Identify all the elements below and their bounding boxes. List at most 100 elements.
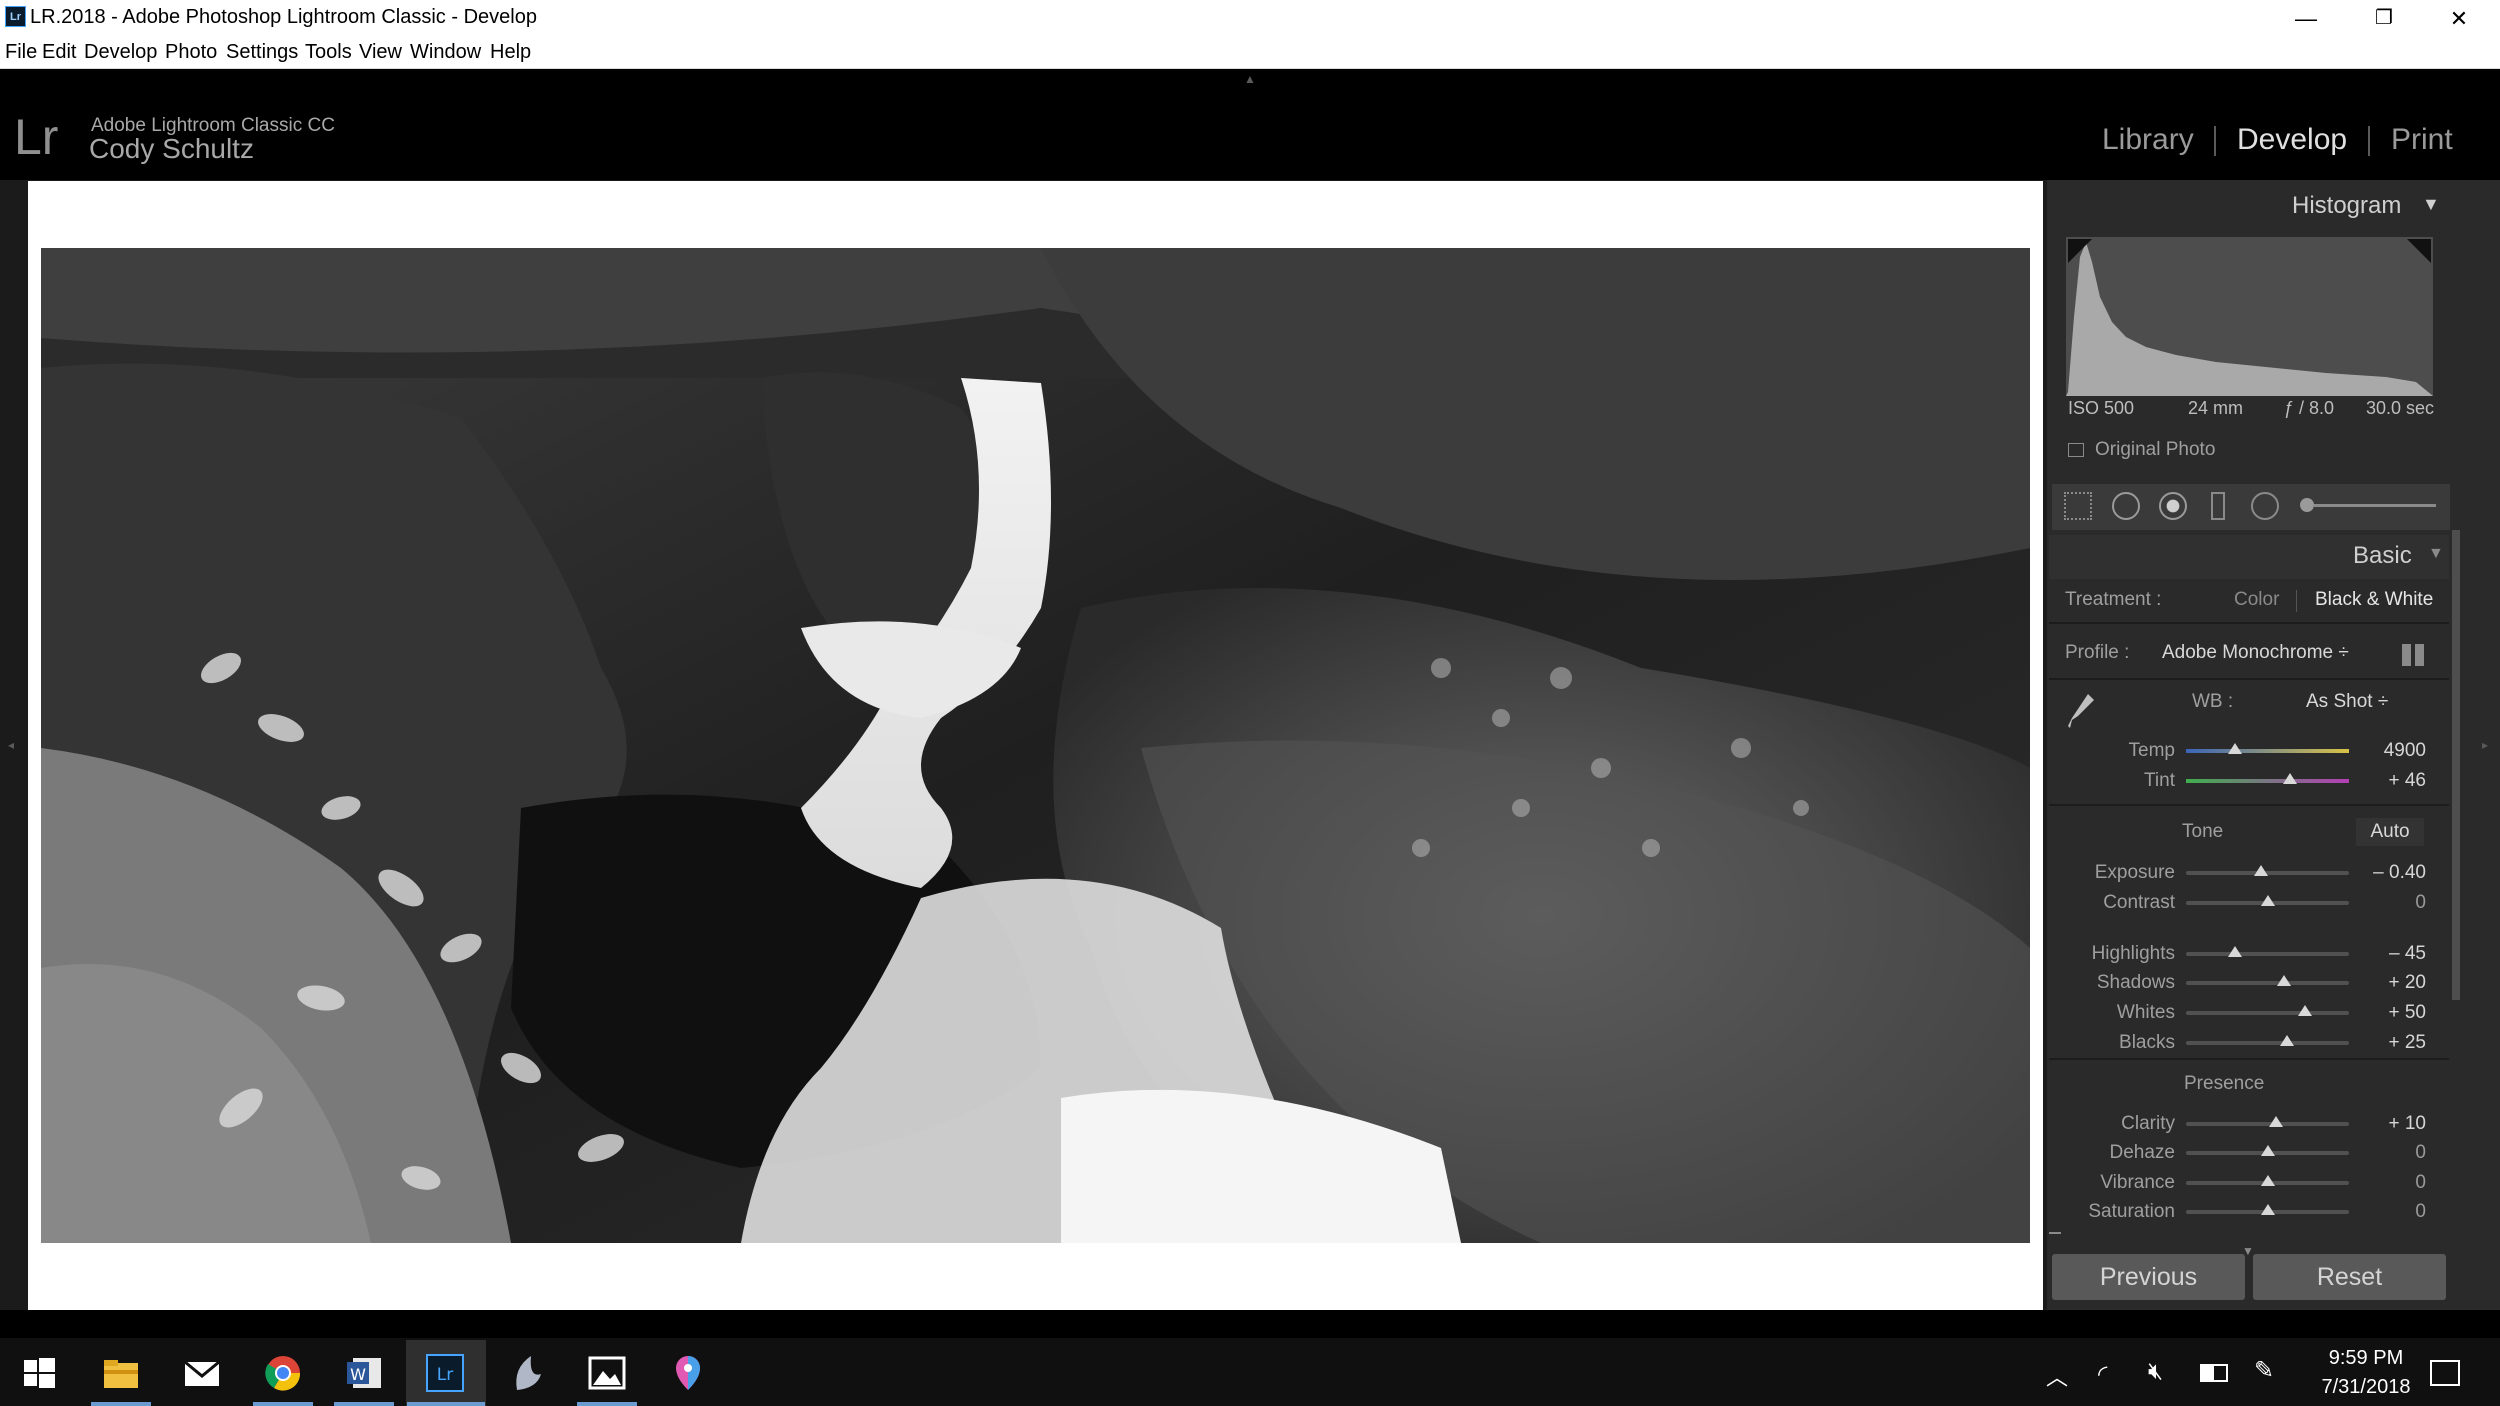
reset-button[interactable]: Reset: [2253, 1254, 2446, 1300]
contrast-slider-thumb[interactable]: [2260, 895, 2275, 906]
temp-value[interactable]: 4900: [2346, 740, 2426, 762]
clock-date[interactable]: 7/31/2018: [2313, 1376, 2419, 1399]
waterfall-photo[interactable]: [41, 248, 2030, 1243]
vibrance-value[interactable]: 0: [2346, 1172, 2426, 1194]
mail-icon[interactable]: [183, 1354, 221, 1392]
photos-icon[interactable]: [588, 1354, 626, 1392]
word-icon[interactable]: W: [345, 1354, 383, 1392]
graduated-filter-icon[interactable]: [2211, 492, 2225, 520]
blacks-value[interactable]: + 25: [2346, 1032, 2426, 1054]
temp-slider-thumb[interactable]: [2227, 743, 2242, 754]
menu-photo[interactable]: Photo: [165, 41, 217, 64]
exif-focal-length: 24 mm: [2188, 398, 2244, 418]
module-print[interactable]: Print: [2391, 123, 2453, 157]
menu-view[interactable]: View: [359, 41, 402, 64]
previous-button[interactable]: Previous: [2052, 1254, 2245, 1300]
red-eye-icon[interactable]: [2159, 492, 2187, 520]
temp-slider-track[interactable]: [2186, 749, 2349, 753]
menu-edit[interactable]: Edit: [42, 41, 76, 64]
clock-time[interactable]: 9:59 PM: [2320, 1347, 2412, 1370]
shadows-slider-track[interactable]: [2186, 981, 2349, 985]
menu-file[interactable]: File: [5, 41, 37, 64]
restore-button[interactable]: ❐: [2349, 0, 2419, 37]
right-panel-toggle-icon[interactable]: ▸: [2482, 738, 2488, 752]
highlights-value[interactable]: – 45: [2346, 943, 2426, 965]
right-panel-scrollbar[interactable]: [2452, 530, 2460, 1000]
treatment-black-white[interactable]: Black & White: [2315, 589, 2433, 611]
svg-text:W: W: [350, 1365, 366, 1384]
dehaze-value[interactable]: 0: [2346, 1142, 2426, 1164]
menu-help[interactable]: Help: [490, 41, 531, 64]
pen-icon[interactable]: ✎: [2254, 1356, 2274, 1385]
active-indicator: [253, 1402, 313, 1406]
tint-slider-thumb[interactable]: [2283, 773, 2298, 784]
lightroom-icon[interactable]: Lr: [426, 1354, 464, 1392]
saturation-slider-thumb[interactable]: [2260, 1204, 2275, 1215]
exif-shutter: 30.0 sec: [2366, 398, 2435, 418]
tint-label: Tint: [2144, 770, 2175, 791]
histogram-collapse-icon[interactable]: ▼: [2422, 194, 2440, 215]
file-explorer-icon[interactable]: [102, 1354, 140, 1392]
minimize-button[interactable]: —: [2271, 0, 2341, 37]
exif-aperture: ƒ / 8.0: [2284, 398, 2335, 418]
tint-value[interactable]: + 46: [2346, 770, 2426, 792]
exposure-slider-thumb[interactable]: [2253, 865, 2268, 876]
profile-browser-icon[interactable]: [2402, 644, 2424, 666]
clarity-slider-track[interactable]: [2186, 1122, 2349, 1126]
basic-collapse-icon[interactable]: ▼: [2428, 545, 2444, 563]
vibrance-slider-thumb[interactable]: [2260, 1175, 2275, 1186]
histogram-curve: [2066, 239, 2433, 396]
clarity-value[interactable]: + 10: [2346, 1113, 2426, 1135]
shadows-slider-thumb[interactable]: [2276, 975, 2291, 986]
highlight-clipping-icon: [2407, 239, 2431, 263]
treatment-color[interactable]: Color: [2234, 589, 2279, 611]
adjustment-brush-icon[interactable]: [2300, 498, 2314, 512]
menu-window[interactable]: Window: [410, 41, 481, 64]
profile-dropdown[interactable]: Adobe Monochrome ÷: [2162, 642, 2349, 664]
wb-dropdown[interactable]: As Shot ÷: [2306, 691, 2388, 713]
highlights-slider-track[interactable]: [2186, 952, 2349, 956]
blacks-slider-track[interactable]: [2186, 1041, 2349, 1045]
radial-filter-icon[interactable]: [2251, 492, 2279, 520]
battery-icon[interactable]: [2200, 1364, 2228, 1382]
volume-muted-icon[interactable]: 🔇︎: [2148, 1358, 2163, 1386]
exposure-value[interactable]: – 0.40: [2346, 862, 2426, 884]
wifi-icon[interactable]: ◜: [2098, 1360, 2107, 1389]
whites-slider-thumb[interactable]: [2297, 1005, 2312, 1016]
left-panel-toggle-icon[interactable]: ◂: [8, 738, 14, 752]
chrome-icon[interactable]: [264, 1354, 302, 1392]
menu-tools[interactable]: Tools: [305, 41, 352, 64]
menu-develop[interactable]: Develop: [84, 41, 157, 64]
active-indicator: [407, 1402, 485, 1406]
original-photo-checkbox[interactable]: [2068, 443, 2084, 457]
show-hidden-icons-icon[interactable]: ︿: [2046, 1360, 2068, 1392]
spot-removal-icon[interactable]: [2112, 492, 2140, 520]
saturation-value[interactable]: 0: [2346, 1201, 2426, 1223]
shadows-value[interactable]: + 20: [2346, 972, 2426, 994]
maps-icon[interactable]: [669, 1354, 707, 1392]
windows-start-icon[interactable]: [20, 1354, 58, 1392]
top-panel-toggle-icon[interactable]: ▲: [1244, 72, 1256, 86]
module-separator: [2214, 126, 2216, 156]
auto-tone-button[interactable]: Auto: [2356, 818, 2424, 846]
crop-tool-icon[interactable]: [2064, 492, 2092, 520]
module-library[interactable]: Library: [2102, 123, 2194, 157]
blacks-slider-thumb[interactable]: [2280, 1035, 2295, 1046]
menu-bar: File Edit Develop Photo Settings Tools V…: [0, 37, 2500, 69]
clarity-slider-thumb[interactable]: [2268, 1116, 2283, 1127]
whites-value[interactable]: + 50: [2346, 1002, 2426, 1024]
eyedropper-icon[interactable]: [2066, 690, 2096, 734]
tint-slider-track[interactable]: [2186, 779, 2349, 783]
basic-title[interactable]: Basic: [2353, 542, 2412, 570]
menu-settings[interactable]: Settings: [226, 41, 298, 64]
module-develop[interactable]: Develop: [2237, 123, 2347, 157]
close-button[interactable]: ✕: [2424, 0, 2494, 37]
whites-slider-track[interactable]: [2186, 1011, 2349, 1015]
exposure-label: Exposure: [2094, 862, 2175, 883]
action-center-icon[interactable]: [2430, 1360, 2460, 1386]
dehaze-slider-thumb[interactable]: [2260, 1145, 2275, 1156]
highlights-slider-thumb[interactable]: [2227, 946, 2242, 957]
histogram-title[interactable]: Histogram: [2292, 192, 2401, 220]
contrast-value[interactable]: 0: [2346, 892, 2426, 914]
paint-icon[interactable]: [507, 1354, 545, 1392]
